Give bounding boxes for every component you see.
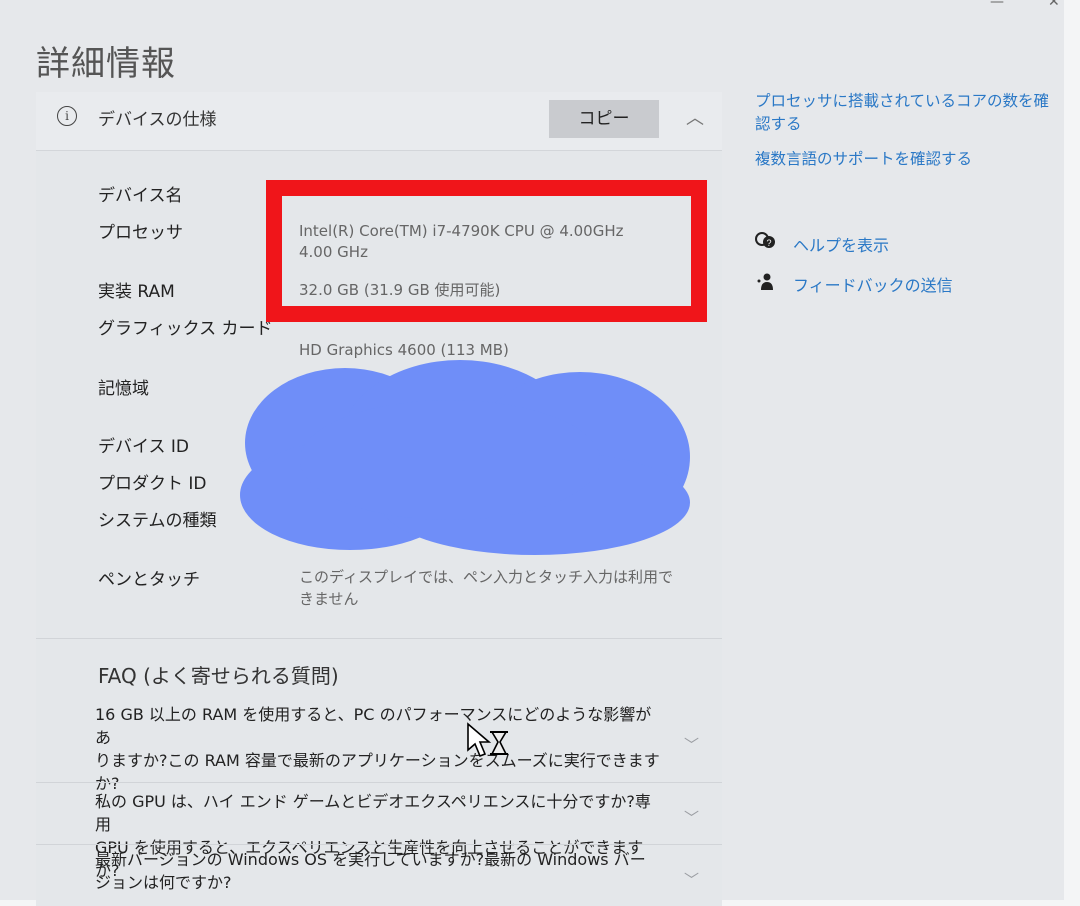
ram-label: 実装 RAM bbox=[98, 282, 175, 302]
svg-text:?: ? bbox=[766, 238, 771, 248]
section-divider bbox=[36, 638, 722, 639]
chevron-down-icon[interactable]: ﹀ bbox=[684, 869, 699, 890]
faq-divider bbox=[36, 844, 722, 845]
info-icon: i bbox=[57, 106, 77, 126]
check-cores-link-line2: 認する bbox=[755, 115, 802, 133]
chevron-down-icon[interactable]: ﹀ bbox=[684, 807, 699, 828]
device-id-label: デバイス ID bbox=[98, 437, 189, 457]
faq-item-line: 最新バージョンの Windows OS を実行していますか?最新の Window… bbox=[95, 850, 646, 869]
help-icon: ? bbox=[755, 231, 777, 255]
chevron-down-icon[interactable]: ﹀ bbox=[684, 734, 699, 755]
faq-item-line: 私の GPU は、ハイ エンド ゲームとビデオエクスペリエンスに十分ですか?専用 bbox=[95, 792, 651, 834]
faq-heading: FAQ (よく寄せられる質問) bbox=[98, 664, 339, 688]
faq-item-line: 16 GB 以上の RAM を使用すると、PC のパフォーマンスにどのような影響… bbox=[95, 705, 652, 747]
check-cores-link[interactable]: プロセッサに搭載されているコアの数を確 認する bbox=[755, 90, 1049, 136]
device-name-label: デバイス名 bbox=[98, 186, 183, 206]
send-feedback-link[interactable]: フィードバックの送信 bbox=[793, 272, 953, 296]
pen-touch-label: ペンとタッチ bbox=[98, 570, 200, 590]
window-frame-right bbox=[1064, 0, 1080, 906]
system-type-label: システムの種類 bbox=[98, 511, 217, 531]
faq-divider bbox=[36, 782, 722, 783]
highlight-box bbox=[266, 180, 707, 322]
device-spec-header[interactable]: i デバイスの仕様 コピー ︿ bbox=[36, 92, 722, 151]
feedback-icon bbox=[755, 272, 777, 296]
graphics-card-label: グラフィックス カード bbox=[98, 319, 273, 339]
pen-touch-value-line2: きません bbox=[299, 590, 359, 608]
graphics-card-value: HD Graphics 4600 (113 MB) bbox=[299, 341, 509, 359]
copy-button[interactable]: コピー bbox=[549, 100, 659, 138]
faq-item-line: りますか?この RAM 容量で最新のアプリケーションをスムーズに実行できます bbox=[95, 751, 660, 770]
faq-item[interactable]: 最新バージョンの Windows OS を実行していますか?最新の Window… bbox=[95, 848, 665, 894]
get-help-link[interactable]: ヘルプを表示 bbox=[793, 232, 889, 256]
check-cores-link-line1: プロセッサに搭載されているコアの数を確 bbox=[755, 92, 1050, 110]
close-button[interactable]: ✕ bbox=[1048, 0, 1060, 10]
language-support-link[interactable]: 複数言語のサポートを確認する bbox=[755, 148, 972, 171]
page-title: 詳細情報 bbox=[36, 44, 176, 84]
pen-touch-value-line1: このディスプレイでは、ペン入力とタッチ入力は利用で bbox=[299, 568, 673, 586]
chevron-up-icon[interactable]: ︿ bbox=[686, 104, 704, 130]
processor-label: プロセッサ bbox=[98, 223, 183, 243]
minimize-button[interactable]: — bbox=[990, 0, 1004, 10]
busy-cursor-icon bbox=[467, 722, 508, 758]
storage-label: 記憶域 bbox=[98, 379, 149, 399]
device-spec-title: デバイスの仕様 bbox=[98, 110, 217, 130]
product-id-label: プロダクト ID bbox=[98, 474, 207, 494]
faq-item-line: ジョンは何ですか? bbox=[95, 873, 232, 892]
